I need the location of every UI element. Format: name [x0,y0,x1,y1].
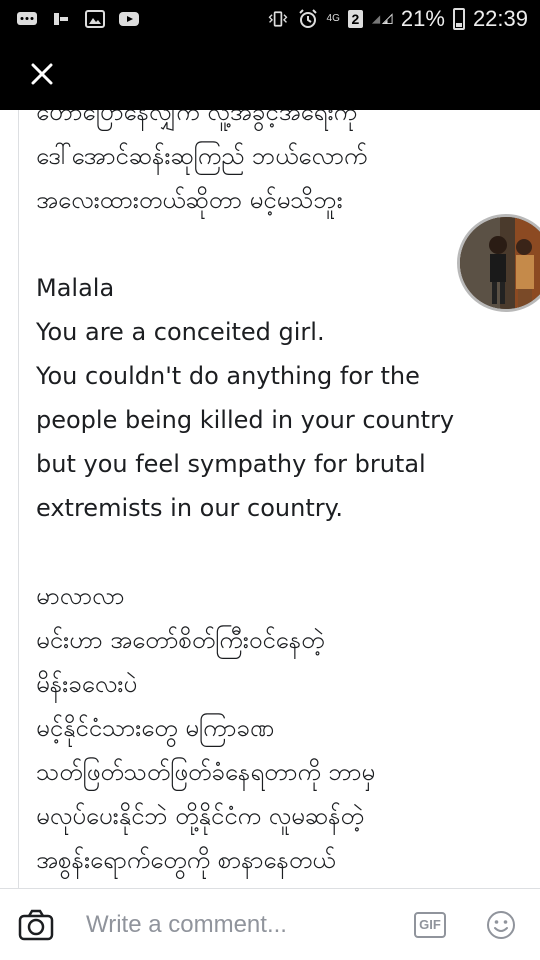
emoji-button[interactable] [486,910,516,940]
post-paragraph: You couldn't do anything for the people … [36,362,455,522]
battery-percent: 21% [400,6,445,31]
comment-bar: GIF [0,888,540,960]
post-paragraph: မာလာလာ [36,582,125,610]
post-paragraph: အလေးထားတယ်ဆိုတာ မင့်မသိဘူး [36,186,343,214]
post-text: ဟောပြောနေလျှက် လူ့အခွင့်အရေးကို ဒေါ်အောင… [36,110,476,882]
close-button[interactable] [22,54,62,94]
youtube-icon [118,10,140,28]
top-toolbar [0,38,540,110]
clock: 22:39 [472,6,528,31]
post-paragraph: ဟောပြောနေလျှက် လူ့အခွင့်အရေးကို [36,110,358,126]
post-paragraph: ဒေါ်အောင်ဆန်းဆုကြည် ဘယ်လောက် [36,142,368,170]
post-paragraph: မင့်နိုင်ငံသားတွေ မကြာခဏ [36,714,275,742]
signal-icon [371,10,393,28]
post-paragraph: သတ်ဖြတ်သတ်ဖြတ်ခံနေရတာကို ဘာမှ [36,758,376,786]
alarm-icon [297,9,319,28]
post-paragraph: မင်းဟာ အတော်စိတ်ကြီးဝင်နေတဲ့ [36,626,325,654]
camera-button[interactable] [18,909,54,941]
emoji-icon [487,910,515,939]
chat-icon [16,10,38,28]
comment-input[interactable] [84,903,398,946]
vibrate-icon [267,10,289,28]
post-paragraph: မိန်းခလေးပဲ [36,670,138,698]
post-paragraph: Malala [36,274,115,302]
sim-slot-badge: 2 [347,10,363,28]
gallery-icon [84,10,106,28]
post-paragraph [36,222,476,266]
post-paragraph [36,530,476,574]
content-divider [18,110,19,888]
post-paragraph: မလုပ်ပေးနိုင်ဘဲ တို့နိုင်ငံက လူမဆန်တဲ့ [36,802,364,830]
post-paragraph: အစွန်းရောက်တွေကို စာနာနေတယ် [36,846,336,874]
post-paragraph: You are a conceited girl. [36,318,325,346]
battery-icon [452,8,465,30]
camera-icon [18,909,54,940]
notification-icon [50,10,72,28]
gif-button[interactable]: GIF [414,911,446,938]
close-icon [31,63,53,85]
network-type: 4G [326,13,340,24]
post-content[interactable]: ဟောပြောနေလျှက် လူ့အခွင့်အရေးကို ဒေါ်အောင… [0,110,540,888]
status-bar: 4G 2 21% 22:39 [0,0,540,38]
